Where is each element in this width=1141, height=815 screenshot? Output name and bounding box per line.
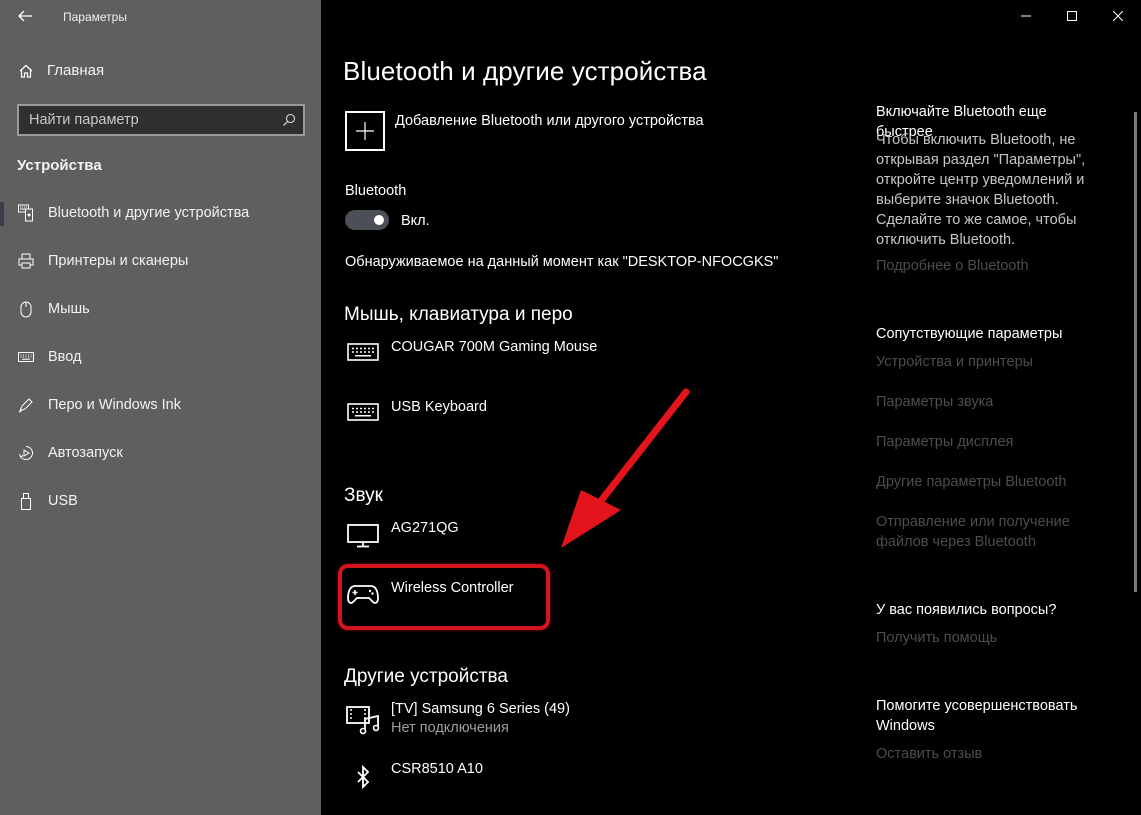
feedback-link[interactable]: Оставить отзыв <box>876 744 1106 764</box>
maximize-icon <box>1067 11 1077 21</box>
device-item[interactable]: CSR8510 A10 <box>345 761 765 795</box>
bluetooth-more-link[interactable]: Подробнее о Bluetooth <box>876 256 1106 276</box>
sidebar-item-bluetooth[interactable]: Bluetooth и другие устройства <box>0 197 321 245</box>
tip-line: откройте центр уведомлений и <box>876 172 1085 188</box>
add-box <box>345 111 385 151</box>
home-link[interactable]: Главная <box>18 62 104 79</box>
bluetooth-icon <box>357 765 370 789</box>
device-name: COUGAR 700M Gaming Mouse <box>391 339 598 355</box>
feedback-title-line: Помогите усовершенствовать <box>876 698 1078 714</box>
device-name: [TV] Samsung 6 Series (49) <box>391 701 570 717</box>
usb-icon <box>21 492 31 510</box>
tip-line: отключить Bluetooth. <box>876 232 1016 248</box>
page-title: Bluetooth и другие устройства <box>343 56 707 86</box>
related-link-more-bluetooth[interactable]: Другие параметры Bluetooth <box>876 472 1106 492</box>
related-link-display[interactable]: Параметры дисплея <box>876 432 1106 452</box>
tip-line: открывая раздел "Параметры", <box>876 152 1086 168</box>
related-link-sound[interactable]: Параметры звука <box>876 392 1106 412</box>
sidebar: Параметры Главная Устройства Bluetooth и… <box>0 0 321 815</box>
tip-line: Сделайте то же самое, чтобы <box>876 212 1077 228</box>
related-title: Сопутствующие параметры <box>876 326 1063 342</box>
back-button[interactable] <box>14 6 36 26</box>
device-name: USB Keyboard <box>391 399 487 415</box>
group-title-input-devices: Мышь, клавиатура и перо <box>344 304 573 325</box>
section-title: Устройства <box>17 157 102 174</box>
close-button[interactable] <box>1095 0 1141 32</box>
device-item-wireless-controller[interactable]: Wireless Controller <box>345 580 765 614</box>
keyboard-icon <box>18 352 34 362</box>
link-line: файлов через Bluetooth <box>876 534 1036 550</box>
app-title: Параметры <box>63 10 127 24</box>
sidebar-item-label: Принтеры и сканеры <box>48 253 189 269</box>
sidebar-item-label: Автозапуск <box>48 445 123 461</box>
media-device-icon <box>346 706 380 735</box>
pen-icon <box>18 398 33 413</box>
scrollbar[interactable] <box>1134 112 1137 592</box>
toggle-knob <box>374 215 384 225</box>
back-arrow-icon <box>18 10 32 22</box>
device-item[interactable]: AG271QG <box>345 520 765 554</box>
autoplay-icon <box>19 446 33 460</box>
related-link-send-files[interactable]: Отправление или получение файлов через B… <box>876 512 1106 552</box>
bluetooth-toggle[interactable] <box>345 210 389 230</box>
device-name: AG271QG <box>391 520 459 536</box>
tip-line: Чтобы включить Bluetooth, не <box>876 132 1076 148</box>
tip-line: выберите значок Bluetooth. <box>876 192 1059 208</box>
sidebar-item-mouse[interactable]: Мышь <box>0 293 321 341</box>
sidebar-item-autoplay[interactable]: Автозапуск <box>0 437 321 485</box>
title-bar: Параметры <box>0 0 321 34</box>
related-link-devices-printers[interactable]: Устройства и принтеры <box>876 352 1106 372</box>
sidebar-item-usb[interactable]: USB <box>0 485 321 533</box>
search-icon[interactable] <box>281 112 297 128</box>
main-panel: Bluetooth и другие устройства Добавление… <box>321 0 1141 815</box>
home-label: Главная <box>47 62 105 79</box>
sidebar-item-label: Перо и Windows Ink <box>48 397 181 413</box>
maximize-button[interactable] <box>1049 0 1095 32</box>
device-item[interactable]: [TV] Samsung 6 Series (49) Нет подключен… <box>345 701 765 736</box>
add-device-label: Добавление Bluetooth или другого устройс… <box>395 113 704 129</box>
feedback-title-line: Windows <box>876 718 935 734</box>
gamepad-icon <box>347 585 379 604</box>
plus-icon <box>356 122 374 140</box>
device-name: CSR8510 A10 <box>391 761 483 777</box>
device-item[interactable]: USB Keyboard <box>345 399 765 433</box>
sidebar-item-label: USB <box>48 493 78 509</box>
discoverable-text: Обнаруживаемое на данный момент как "DES… <box>345 254 779 270</box>
mouse-icon <box>20 301 32 317</box>
bluetooth-state: Вкл. <box>401 213 430 229</box>
search-box[interactable] <box>17 104 305 136</box>
sidebar-item-label: Bluetooth и другие устройства <box>48 205 250 221</box>
sidebar-item-pen[interactable]: Перо и Windows Ink <box>0 389 321 437</box>
bluetooth-label: Bluetooth <box>345 183 407 199</box>
device-status: Нет подключения <box>391 720 509 736</box>
feedback-title: Помогите усовершенствовать Windows <box>876 696 1106 736</box>
search-input[interactable] <box>19 112 269 128</box>
sidebar-nav: Bluetooth и другие устройства Принтеры и… <box>0 197 321 533</box>
minimize-icon <box>1021 15 1031 17</box>
printer-icon <box>18 253 34 269</box>
group-title-audio: Звук <box>344 485 383 506</box>
keyboard-icon <box>347 343 379 361</box>
sidebar-item-typing[interactable]: Ввод <box>0 341 321 389</box>
monitor-icon <box>347 524 379 548</box>
questions-title: У вас появились вопросы? <box>876 602 1057 618</box>
close-icon <box>1113 11 1123 21</box>
keyboard-icon <box>347 403 379 421</box>
get-help-link[interactable]: Получить помощь <box>876 628 1106 648</box>
home-icon <box>19 64 33 78</box>
sidebar-item-label: Мышь <box>48 301 90 317</box>
window-controls <box>1003 0 1141 32</box>
minimize-button[interactable] <box>1003 0 1049 32</box>
sidebar-item-printers[interactable]: Принтеры и сканеры <box>0 245 321 293</box>
add-device-button[interactable]: Добавление Bluetooth или другого устройс… <box>345 111 704 151</box>
group-title-other-devices: Другие устройства <box>344 666 508 687</box>
device-name: Wireless Controller <box>391 580 514 596</box>
link-line: Отправление или получение <box>876 514 1070 530</box>
sidebar-item-label: Ввод <box>48 349 82 365</box>
bluetooth-devices-icon <box>18 204 33 222</box>
device-item[interactable]: COUGAR 700M Gaming Mouse <box>345 339 765 373</box>
